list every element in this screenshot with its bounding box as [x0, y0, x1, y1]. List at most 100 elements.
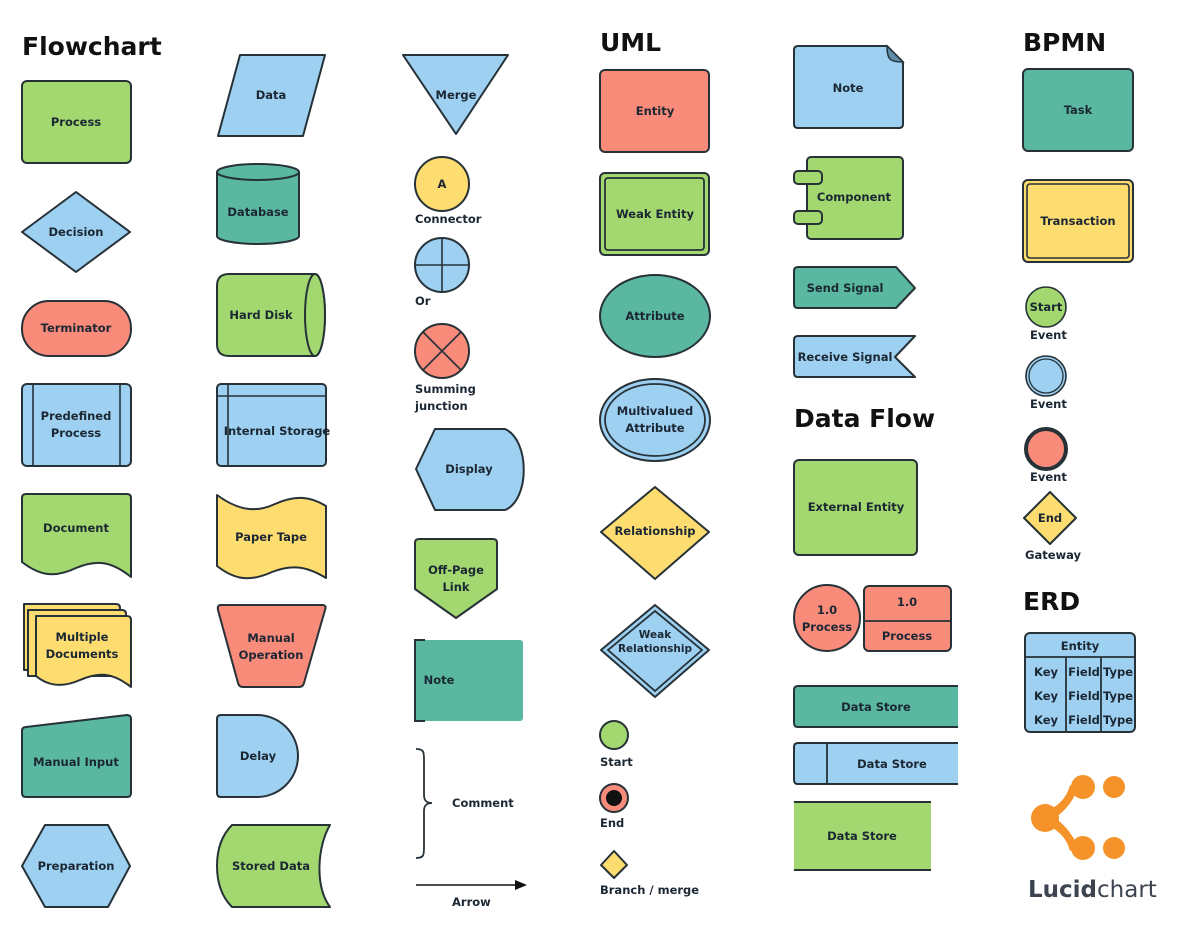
erd-row: Key Field Type: [1034, 665, 1133, 679]
section-title-bpmn: BPMN: [1023, 28, 1106, 57]
shape-label: Process: [51, 426, 101, 440]
erd-cell-type: Type: [1103, 689, 1133, 703]
shape-label: Stored Data: [232, 859, 310, 873]
erd-entity-table[interactable]: Entity Key Field Type Key Field Type Key…: [1024, 632, 1136, 733]
shape-attribute[interactable]: Attribute: [599, 274, 711, 358]
shape-data-store-split[interactable]: Data Store: [793, 742, 958, 785]
shape-label: Note: [833, 81, 864, 95]
shape-transaction[interactable]: Transaction: [1022, 179, 1134, 263]
shape-data[interactable]: Data: [217, 54, 326, 137]
shape-caption: Gateway: [1025, 548, 1082, 562]
shape-preparation[interactable]: Preparation: [21, 824, 131, 908]
shape-entity[interactable]: Entity: [599, 69, 710, 153]
shape-manual-operation[interactable]: Manual Operation: [216, 604, 327, 688]
shape-label: Process: [51, 115, 101, 129]
shape-caption: Event: [1030, 328, 1067, 342]
section-title-flowchart: Flowchart: [22, 32, 162, 61]
shape-summing-junction[interactable]: Summing junction: [414, 323, 476, 413]
shape-multiple-documents[interactable]: Multiple Documents: [22, 603, 132, 688]
shape-terminator[interactable]: Terminator: [21, 300, 132, 357]
shape-label: Data: [256, 88, 287, 102]
shape-stored-data[interactable]: Stored Data: [216, 824, 331, 908]
shape-label: Manual: [247, 631, 294, 645]
shape-weak-entity[interactable]: Weak Entity: [599, 172, 710, 256]
erd-cell-type: Type: [1103, 665, 1133, 679]
shape-caption: Event: [1030, 397, 1067, 411]
shape-data-store-lines[interactable]: Data Store: [794, 801, 931, 871]
shape-connector[interactable]: A Connector: [414, 156, 482, 226]
shape-delay[interactable]: Delay: [216, 714, 299, 798]
shape-display[interactable]: Display: [415, 428, 525, 511]
shape-send-signal[interactable]: Send Signal: [793, 266, 916, 309]
shape-internal-storage[interactable]: Internal Storage: [216, 383, 330, 467]
shape-label: Start: [1030, 300, 1063, 314]
shape-task[interactable]: Task: [1022, 68, 1134, 152]
shape-label: Process: [802, 620, 852, 634]
lucidchart-logo-icon: [1031, 775, 1125, 860]
shape-label: Receive Signal: [798, 350, 893, 364]
shape-process-rect[interactable]: 1.0 Process: [863, 585, 952, 652]
shape-start-event[interactable]: Start Event: [1025, 286, 1067, 342]
shape-label: Component: [817, 190, 892, 204]
connector-letter: A: [438, 177, 447, 191]
shapes-cheat-sheet: Flowchart UML Data Flow BPMN ERD Process…: [21, 28, 1157, 909]
shape-predefined-process[interactable]: Predefined Process: [21, 383, 132, 467]
shape-caption: Start: [600, 755, 633, 769]
shape-relationship[interactable]: Relationship: [600, 486, 710, 580]
shape-merge[interactable]: Merge: [402, 54, 509, 135]
shape-end-event[interactable]: Event: [1024, 427, 1068, 484]
shape-arrow[interactable]: Arrow: [416, 880, 527, 909]
shape-uml-note[interactable]: Note: [793, 44, 905, 129]
shape-label: Send Signal: [807, 281, 884, 295]
shape-paper-tape[interactable]: Paper Tape: [216, 494, 327, 580]
shape-label: Preparation: [38, 859, 115, 873]
shape-caption: junction: [414, 399, 468, 413]
shape-document[interactable]: Document: [21, 493, 132, 578]
shape-label: External Entity: [808, 500, 905, 514]
shape-decision[interactable]: Decision: [21, 191, 131, 273]
shape-weak-relationship[interactable]: Weak Relationship: [600, 604, 710, 698]
shape-caption: Connector: [415, 212, 482, 226]
shape-hard-disk[interactable]: Hard Disk: [216, 273, 326, 357]
shape-or[interactable]: Or: [414, 237, 470, 308]
shape-component[interactable]: Component: [793, 156, 904, 240]
erd-cell-key: Key: [1034, 713, 1059, 727]
shape-caption: Summing: [415, 382, 476, 396]
shape-data-store-open[interactable]: Data Store: [793, 685, 958, 728]
shape-note-flowchart[interactable]: Note: [414, 639, 523, 722]
shape-database[interactable]: Database: [216, 163, 300, 245]
shape-intermediate-event[interactable]: Event: [1025, 355, 1067, 411]
erd-cell-field: Field: [1068, 689, 1100, 703]
shape-uml-start[interactable]: Start: [599, 720, 633, 769]
shape-gateway[interactable]: End Gateway: [1023, 491, 1082, 562]
logo-text-bold: Lucid: [1028, 877, 1097, 903]
shape-label: Decision: [49, 225, 104, 239]
shape-off-page-link[interactable]: Off-Page Link: [414, 538, 498, 619]
shape-label: Task: [1064, 103, 1093, 117]
section-title-data-flow: Data Flow: [794, 404, 935, 433]
shape-receive-signal[interactable]: Receive Signal: [793, 335, 916, 378]
shape-process[interactable]: Process: [21, 80, 132, 164]
shape-label: Relationship: [618, 643, 693, 655]
erd-header: Entity: [1061, 639, 1100, 653]
shape-external-entity[interactable]: External Entity: [793, 459, 918, 556]
shape-caption: Event: [1030, 470, 1067, 484]
shape-label: Relationship: [614, 524, 695, 538]
shape-label: Attribute: [625, 421, 684, 435]
shape-label: Hard Disk: [229, 308, 293, 322]
shape-label: Weak Entity: [616, 207, 694, 221]
shape-label: Data Store: [827, 829, 897, 843]
shape-label: 1.0: [897, 595, 917, 609]
shape-uml-end[interactable]: End: [599, 783, 629, 830]
shape-process-circle[interactable]: 1.0 Process: [793, 584, 861, 652]
shape-multivalued-attribute[interactable]: Multivalued Attribute: [599, 378, 711, 462]
erd-cell-field: Field: [1068, 665, 1100, 679]
shape-label: Weak: [639, 629, 672, 641]
shape-manual-input[interactable]: Manual Input: [21, 714, 132, 798]
shape-label: Data Store: [841, 700, 911, 714]
shape-comment[interactable]: Comment: [415, 748, 514, 859]
shape-branch-merge[interactable]: Branch / merge: [600, 850, 699, 897]
shape-caption: Branch / merge: [600, 883, 699, 897]
shape-label: Paper Tape: [235, 530, 307, 544]
shape-label: Merge: [436, 88, 477, 102]
